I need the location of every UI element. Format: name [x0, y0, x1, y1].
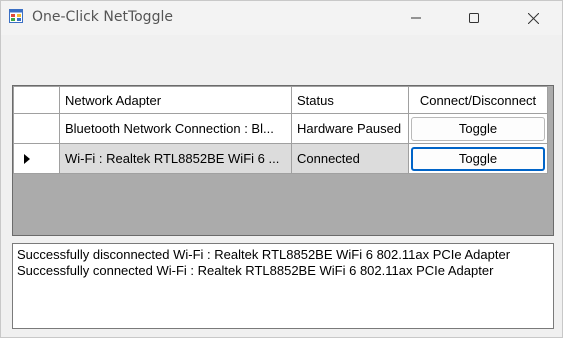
row-header-corner[interactable] — [13, 86, 60, 114]
app-window: One-Click NetToggle Network Adapter Stat… — [0, 0, 563, 338]
adapter-cell[interactable]: Bluetooth Network Connection : Bl... — [59, 113, 292, 144]
minimize-icon — [411, 17, 421, 19]
title-bar: One-Click NetToggle — [1, 1, 562, 35]
row-header[interactable] — [13, 143, 60, 174]
log-output[interactable]: Successfully disconnected Wi-Fi : Realte… — [12, 243, 554, 329]
toggle-button[interactable]: Toggle — [411, 146, 545, 171]
window-title: One-Click NetToggle — [32, 9, 173, 25]
toggle-cell: Toggle — [408, 143, 548, 174]
current-row-arrow-icon — [24, 153, 30, 164]
row-header[interactable] — [13, 113, 60, 144]
log-line: Successfully disconnected Wi-Fi : Realte… — [17, 247, 511, 262]
close-icon — [527, 12, 539, 24]
toggle-button[interactable]: Toggle — [411, 116, 545, 141]
column-header-network-adapter[interactable]: Network Adapter — [59, 86, 292, 114]
maximize-button[interactable] — [451, 1, 497, 35]
adapter-grid[interactable]: Network Adapter Status Connect/Disconnec… — [12, 85, 554, 236]
toggle-cell: Toggle — [408, 113, 548, 144]
app-window-icon — [9, 9, 23, 23]
minimize-button[interactable] — [393, 1, 439, 35]
maximize-icon — [469, 13, 479, 23]
header-row: Network Adapter Status Connect/Disconnec… — [13, 86, 548, 114]
adapter-table: Network Adapter Status Connect/Disconnec… — [13, 86, 548, 174]
column-header-connect-disconnect[interactable]: Connect/Disconnect — [408, 86, 548, 114]
column-header-status[interactable]: Status — [291, 86, 409, 114]
status-cell[interactable]: Hardware Paused — [291, 113, 409, 144]
table-row[interactable]: Bluetooth Network Connection : Bl... Har… — [13, 113, 548, 144]
table-row[interactable]: Wi-Fi : Realtek RTL8852BE WiFi 6 ... Con… — [13, 143, 548, 174]
close-button[interactable] — [510, 1, 556, 35]
adapter-cell[interactable]: Wi-Fi : Realtek RTL8852BE WiFi 6 ... — [59, 143, 292, 174]
status-cell[interactable]: Connected — [291, 143, 409, 174]
log-line: Successfully connected Wi-Fi : Realtek R… — [17, 263, 494, 278]
